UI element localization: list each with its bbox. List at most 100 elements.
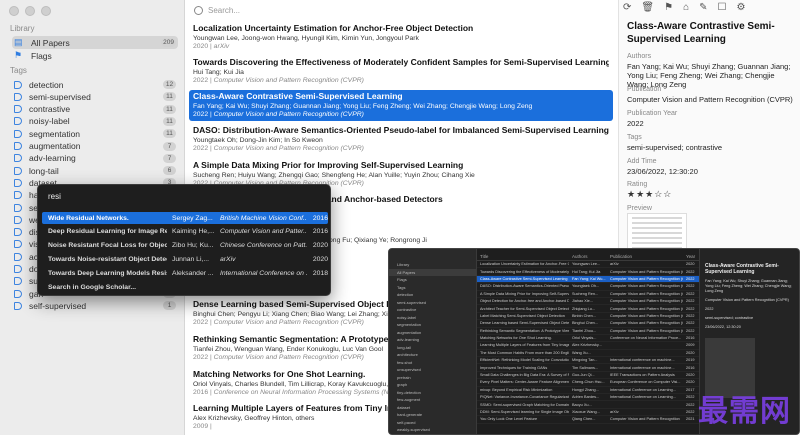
rating-label: Rating xyxy=(627,181,648,188)
row-year: 2022 xyxy=(686,299,695,304)
screenshot-sidebar-item: dataset xyxy=(397,404,411,410)
row-year: 2016 xyxy=(686,336,695,341)
popup-result-row[interactable]: Deep Residual Learning for Image Reco...… xyxy=(42,226,328,238)
screenshot-row: Dense Learning based Semi-Supervised Obj… xyxy=(477,320,699,328)
sidebar-tag-item[interactable]: detection 12 xyxy=(14,78,178,91)
paper-publication: Computer Vision and Pattern Recognition … xyxy=(213,145,364,152)
screenshot-rows: Localization Uncertainty Estimation for … xyxy=(477,261,699,424)
row-authors: Oriol Vinyals... xyxy=(572,336,597,341)
settings-icon[interactable]: ⚙ xyxy=(736,2,745,13)
popup-result-row[interactable]: Wide Residual Networks. Sergey Zag... Brit… xyxy=(42,212,328,224)
note-icon[interactable]: ✎ xyxy=(699,2,707,13)
row-title: Improved Techniques for Training GANs xyxy=(480,365,548,370)
refresh-icon[interactable]: ⟳ xyxy=(623,2,631,13)
row-title: Every Pixel Matters: Center-Aware Featur… xyxy=(480,380,569,385)
edit-icon[interactable]: ☐ xyxy=(718,2,727,13)
row-publication: arXiv xyxy=(610,262,619,267)
screenshot-row: Class-Aware Contrastive Semi-Supervised … xyxy=(477,275,699,284)
sidebar-item-all-papers[interactable]: ▤ All Papers 209 xyxy=(12,36,178,49)
sidebar-tag-label: long-tail xyxy=(29,165,59,176)
result-publication: British Machine Vision Conf... xyxy=(220,214,307,222)
screenshot-row: Rethinking Semantic Segmentation: A Prot… xyxy=(477,328,699,335)
screenshot-row: EfficientNet: Rethinking Model Scaling f… xyxy=(477,357,699,365)
row-authors: Tianfei Zhou... xyxy=(572,328,597,333)
tag-icon xyxy=(14,154,22,163)
paper-publication: Computer Vision and Pattern Recognition … xyxy=(213,354,364,361)
row-authors: Wang Xu... xyxy=(572,350,591,355)
sidebar-tag-item[interactable]: contrastive 11 xyxy=(14,103,178,116)
popup-search-input[interactable]: resi xyxy=(48,192,61,201)
sidebar-tag-item[interactable]: semi-supervised 11 xyxy=(14,90,178,103)
row-authors: Guo-Jun Qi... xyxy=(572,373,595,378)
popup-result-row[interactable]: Search in Google Scholar... xyxy=(42,281,328,293)
result-publication: Chinese Conference on Patt... xyxy=(220,242,307,250)
screenshot-row: DASO: Distribution-Aware Semantics-Orien… xyxy=(477,283,699,291)
sidebar-item-label: All Papers xyxy=(31,37,70,48)
screenshot-detail-authors: Fan Yang; Kai Wu; Shuyi Zhang; Guannan J… xyxy=(705,279,792,293)
row-year: 2009 xyxy=(686,343,695,348)
header-year: Year xyxy=(686,254,696,259)
row-year: 2022 xyxy=(686,276,695,281)
screenshot-sidebar-item: augmentation xyxy=(397,329,422,335)
result-title: Wide Residual Networks. xyxy=(48,214,129,222)
paper-list-item[interactable]: DASO: Distribution-Aware Semantics-Orien… xyxy=(189,124,613,155)
sidebar-tag-item[interactable]: long-tail 6 xyxy=(14,164,178,177)
screenshot-row: DDM: Semi-Supervised learning for Single… xyxy=(477,409,699,417)
result-title: Deep Residual Learning for Image Reco... xyxy=(48,228,167,236)
screenshot-row: Small Data Challenges in Big Data Era: A… xyxy=(477,372,699,380)
flag-icon[interactable]: ⚑ xyxy=(664,2,673,13)
row-publication: European Conference on Computer Visi... xyxy=(610,380,681,385)
paper-list-item[interactable]: Towards Discovering the Effectiveness of… xyxy=(189,56,613,87)
sidebar-tag-item[interactable]: self-supervised 1 xyxy=(14,299,178,312)
detail-authors: Fan Yang; Kai Wu; Shuyi Zhang; Guannan J… xyxy=(627,62,791,89)
tag-icon xyxy=(14,105,22,114)
screenshot-row: mixup: Beyond Empirical Risk Minimizatio… xyxy=(477,387,699,395)
search-bar[interactable]: Search... xyxy=(194,3,240,17)
minimize-window-button[interactable] xyxy=(25,6,35,16)
screenshot-detail-added: 23/06/2022, 12:30:20 xyxy=(705,325,741,329)
popup-result-row[interactable]: Towards Deep Learning Models Resista... A… xyxy=(42,267,328,279)
screenshot-row: PIQNet: Variance-Invariance-Covariance R… xyxy=(477,394,699,402)
count-badge: 1 xyxy=(163,301,176,311)
tag-icon xyxy=(14,166,22,175)
paper-list-item[interactable]: Class-Aware Contrastive Semi-Supervised … xyxy=(189,90,613,121)
popup-result-row[interactable]: Towards Noise-resistant Object Detecti..… xyxy=(42,253,328,265)
count-badge: 7 xyxy=(163,153,176,163)
row-title: PIQNet: Variance-Invariance-Covariance R… xyxy=(480,395,569,400)
screenshot-row: Localization Uncertainty Estimation for … xyxy=(477,261,699,269)
search-input[interactable]: Search... xyxy=(208,6,240,15)
sidebar-item-flags[interactable]: ⚑ Flags xyxy=(14,49,178,62)
tag-icon[interactable]: ⌂ xyxy=(683,2,689,13)
screenshot-sidebar-item: few-augment xyxy=(397,397,421,402)
sidebar-tag-item[interactable]: adv-learning 7 xyxy=(14,152,178,165)
row-year: 2022 xyxy=(686,410,695,414)
row-publication: IEEE Transactions on Pattern Analysis xyxy=(610,373,675,378)
sidebar-tag-item[interactable]: augmentation 7 xyxy=(14,140,178,153)
screenshot-row: Label Matching Semi-Supervised Object De… xyxy=(477,313,699,321)
trash-icon[interactable]: 🗑 xyxy=(641,2,654,13)
tags-label: Tags xyxy=(627,134,642,141)
screenshot-sidebar-item: noisy-label xyxy=(397,314,417,320)
paper-meta: 2022 | Computer Vision and Pattern Recog… xyxy=(193,77,609,84)
tag-icon xyxy=(14,178,22,187)
header-authors: Authors xyxy=(572,254,588,259)
sidebar-tag-label: adv-learning xyxy=(29,153,76,164)
paper-authors: Hui Tang; Kui Jia xyxy=(193,69,244,76)
sidebar-tag-item[interactable]: segmentation 11 xyxy=(14,127,178,140)
paper-title: DASO: Distribution-Aware Semantics-Orien… xyxy=(193,125,609,135)
sidebar-tag-label: noisy-label xyxy=(29,116,70,127)
zoom-window-button[interactable] xyxy=(41,6,51,16)
row-title: Rethinking Semantic Segmentation: A Prot… xyxy=(480,328,569,333)
close-window-button[interactable] xyxy=(9,6,19,16)
screenshot-row: The Most Common Habits From more than 20… xyxy=(477,350,699,358)
library-header: Library xyxy=(10,24,35,33)
screenshot-detail-tags: semi-supervised; contrastive xyxy=(705,316,754,320)
result-year: 2016 xyxy=(312,214,328,222)
screenshot-detail-publication: Computer Vision and Pattern Recognition … xyxy=(705,298,789,302)
year-label: Publication Year xyxy=(627,110,678,117)
paper-list-item[interactable]: Localization Uncertainty Estimation for … xyxy=(189,22,613,53)
sidebar-tag-item[interactable]: noisy-label 11 xyxy=(14,115,178,128)
tag-icon xyxy=(14,92,22,101)
popup-result-row[interactable]: Noise Resistant Focal Loss for Object D.… xyxy=(42,240,328,252)
rating-stars[interactable]: ★★★☆☆ xyxy=(627,189,672,200)
